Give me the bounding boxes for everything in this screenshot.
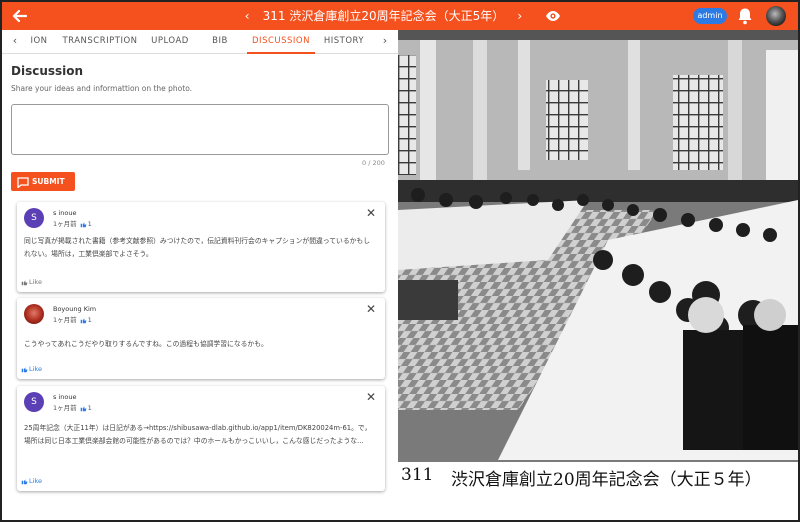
thumbs-up-icon [21,279,28,285]
comment-avatar [24,304,44,324]
like-label: Like [29,365,42,373]
discussion-panel: Discussion Share your ideas and informat… [2,55,398,520]
avatar-letter: S [31,397,37,407]
close-icon[interactable]: ✕ [364,390,378,404]
next-item-icon[interactable]: › [509,2,530,30]
comment-author: s inoue [53,393,77,401]
admin-badge[interactable]: admin [693,8,727,24]
tab-upload[interactable]: UPLOAD [148,30,192,54]
close-icon[interactable]: ✕ [364,206,378,220]
title-group: ‹ 311 渋沢倉庫創立20周年記念会（大正5年） › [2,2,798,30]
like-button[interactable]: Like [21,278,42,286]
caption-number: 311 [401,465,434,485]
comment-icon [17,176,29,189]
submit-label: SUBMIT [32,177,65,186]
comment-card: S s inoue 1ヶ月前 1 ✕ 同じ写真が掲載された書籍（参考文献参照）みつ… [17,202,385,292]
comment-time: 1ヶ月前 [53,404,77,412]
comment-like-count: 1 [87,220,92,228]
eye-icon[interactable] [543,2,563,30]
comment-like-count: 1 [87,404,92,412]
comment-time: 1ヶ月前 [53,316,77,324]
like-label: Like [29,477,42,485]
thumbs-up-icon [80,405,87,411]
comment-card: Boyoung Kim 1ヶ月前 1 ✕ こうやってあれこうだやり取りするんですね… [17,298,385,379]
close-icon[interactable]: ✕ [364,302,378,316]
avatar-letter: S [31,213,37,223]
submit-button[interactable]: SUBMIT [11,172,75,191]
thumbs-up-icon [21,478,28,484]
thumbs-up-icon [80,221,87,227]
character-counter: 0 / 200 [362,159,385,167]
comment-like-count: 1 [87,316,92,324]
tab-transcription[interactable]: TRANSCRIPTION [62,30,138,54]
comment-meta: 1ヶ月前 1 [53,218,92,228]
comment-text: 25周年記念（大正11年）は日記がある→https://shibusawa-dl… [24,424,372,445]
tab-bib[interactable]: BIB [208,30,232,54]
comment-author: Boyoung Kim [53,305,97,313]
caption-text: 渋沢倉庫創立20周年記念会（大正５年） [451,470,762,490]
thumbs-up-icon [80,317,87,323]
tab-scroll-left-icon[interactable]: ‹ [8,30,22,54]
comment-author: s inoue [53,209,77,217]
notification-bell-icon[interactable] [735,6,755,26]
comment-avatar: S [24,208,44,228]
comment-meta: 1ヶ月前 1 [53,402,92,412]
like-label: Like [29,278,42,286]
comment-time: 1ヶ月前 [53,220,77,228]
archival-photo [398,30,798,492]
photo-caption: 311 渋沢倉庫創立20周年記念会（大正５年） [398,462,798,496]
discussion-title: Discussion [11,64,84,78]
tab-scroll-right-icon[interactable]: › [378,30,392,54]
comment-avatar: S [24,392,44,412]
previous-item-icon[interactable]: ‹ [237,2,258,30]
user-avatar[interactable] [766,6,786,26]
page-title: 311 渋沢倉庫創立20周年記念会（大正5年） [262,9,505,23]
thumbs-up-icon [21,366,28,372]
comment-input[interactable] [11,104,389,155]
tab-history[interactable]: HISTORY [322,30,366,54]
tab-description[interactable]: ION [28,30,50,54]
comment-meta: 1ヶ月前 1 [53,314,92,324]
discussion-subtitle: Share your ideas and informattion on the… [11,84,193,93]
like-button[interactable]: Like [21,477,42,485]
comment-text: 同じ写真が掲載された書籍（参考文献参照）みつけたので，伝記資料刊行会のキャプショ… [24,237,371,258]
top-app-bar: ‹ 311 渋沢倉庫創立20周年記念会（大正5年） › admin [2,2,798,30]
tab-bar: ‹ ION TRANSCRIPTION UPLOAD BIB DISCUSSIO… [2,30,398,54]
like-button[interactable]: Like [21,365,42,373]
comment-text: こうやってあれこうだやり取りするんですね。この過程も協調学習になるかも。 [24,340,268,348]
comment-card: S s inoue 1ヶ月前 1 ✕ 25周年記念（大正11年）は日記がある→ht… [17,386,385,491]
tab-discussion[interactable]: DISCUSSION [247,30,315,54]
